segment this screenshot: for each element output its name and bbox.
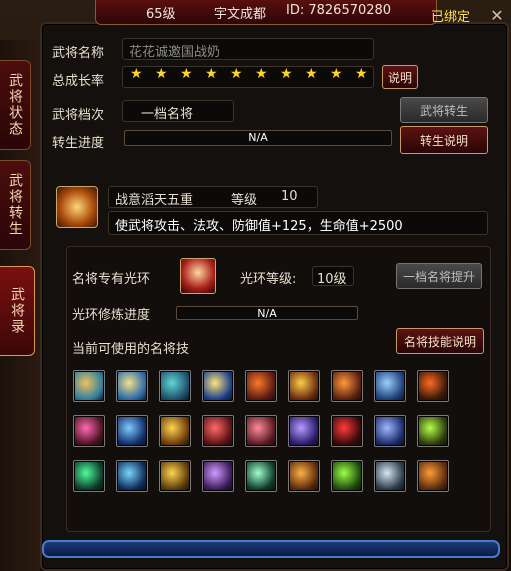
bottom-scroll-bar[interactable] — [42, 540, 500, 558]
aura-progress-value: N/A — [257, 307, 277, 320]
tab-label: 武将状态 — [7, 73, 23, 137]
demon-skill-icon[interactable] — [331, 415, 363, 447]
rebirth-button[interactable]: 武将转生 — [400, 97, 488, 123]
game-window: 武将状态 武将转生 武将录 65级 宇文成都 ID: 7826570280 已绑… — [0, 0, 511, 571]
close-icon[interactable]: ✕ — [488, 7, 506, 25]
hammer-skill-icon[interactable] — [116, 370, 148, 402]
skills-explain-button[interactable]: 名将技能说明 — [396, 328, 484, 354]
buff-level-label: 等级 — [231, 193, 258, 208]
name-value: 花花诚邀国战奶 — [129, 45, 221, 60]
fire-warrior-skill-icon[interactable] — [417, 370, 449, 402]
button-label: 一档名将提升 — [402, 269, 475, 284]
bound-status: 已绑定 — [431, 10, 471, 25]
skills-label: 当前可使用的名将技 — [72, 342, 190, 357]
swirl-skill-icon[interactable] — [159, 370, 191, 402]
rebirth-progress-bar: N/A — [124, 130, 392, 146]
aura-level-value: 10级 — [317, 272, 347, 287]
flame-sword-skill-icon[interactable] — [331, 370, 363, 402]
tab-label: 武将录 — [9, 287, 25, 335]
red-dragon-skill-icon[interactable] — [202, 415, 234, 447]
level-text: 65级 — [146, 7, 176, 22]
button-label: 说明 — [387, 70, 412, 85]
tab-general-status[interactable]: 武将状态 — [0, 60, 31, 150]
fire-weapon-skill-icon[interactable] — [288, 370, 320, 402]
buff-title: 战意滔天五重 — [115, 193, 194, 208]
aura-promote-button[interactable]: 一档名将提升 — [396, 263, 482, 289]
green-figure-skill-icon[interactable] — [73, 460, 105, 492]
lightning-skill-icon[interactable] — [202, 370, 234, 402]
rebirth-progress-value: N/A — [248, 131, 268, 144]
rebirth-explain-button[interactable]: 转生说明 — [400, 126, 488, 154]
vortex-skill-icon[interactable] — [288, 415, 320, 447]
aura-level-label: 光环等级: — [240, 272, 297, 287]
buff-desc-box: 使武将攻击、法攻、防御值+125，生命值+2500 — [108, 211, 488, 235]
green-warrior-skill-icon[interactable] — [331, 460, 363, 492]
orange-army-skill-icon[interactable] — [288, 460, 320, 492]
silver-skill-icon[interactable] — [374, 460, 406, 492]
blue-circle-skill-icon[interactable] — [374, 415, 406, 447]
character-id: ID: 7826570280 — [286, 3, 392, 18]
tier-value: 一档名将 — [141, 107, 194, 122]
blue-spirit-skill-icon[interactable] — [116, 460, 148, 492]
tab-general-rebirth[interactable]: 武将转生 — [0, 160, 31, 250]
character-name: 宇文成都 — [214, 7, 267, 22]
golden-wings-skill-icon[interactable] — [159, 415, 191, 447]
aura-level-box: 10级 — [312, 266, 354, 287]
golden-soldier-skill-icon[interactable] — [159, 460, 191, 492]
dash-skill-icon[interactable] — [374, 370, 406, 402]
fire-ranger-skill-icon[interactable] — [417, 460, 449, 492]
growth-stars: ★ ★ ★ ★ ★ ★ ★ ★ ★ ★ — [130, 66, 372, 82]
tab-label: 武将转生 — [7, 173, 23, 237]
green-spirit-skill-icon[interactable] — [245, 460, 277, 492]
tier-label: 武将档次 — [52, 108, 105, 123]
blue-dragon-skill-icon[interactable] — [116, 415, 148, 447]
aura-progress-label: 光环修炼进度 — [72, 308, 151, 323]
rebirth-progress-label: 转生进度 — [52, 136, 105, 151]
aura-icon — [180, 258, 216, 294]
heart-skill-icon[interactable] — [245, 415, 277, 447]
goblin-skill-icon[interactable] — [417, 415, 449, 447]
button-label: 名将技能说明 — [403, 334, 476, 349]
top-title-bar: 65级 宇文成都 ID: 7826570280 — [95, 0, 437, 25]
buff-title-box: 战意滔天五重 等级 10 — [108, 186, 318, 208]
purple-heart-skill-icon[interactable] — [202, 460, 234, 492]
growth-explain-button[interactable]: 说明 — [382, 65, 418, 89]
buff-desc: 使武将攻击、法攻、防御值+125，生命值+2500 — [115, 219, 403, 234]
slash-skill-icon[interactable] — [245, 370, 277, 402]
growth-label: 总成长率 — [52, 74, 105, 89]
name-field: 花花诚邀国战奶 — [122, 38, 374, 60]
tier-field: 一档名将 — [122, 100, 234, 122]
buff-level-value: 10 — [281, 189, 298, 204]
buff-icon — [56, 186, 98, 228]
aura-label: 名将专有光环 — [72, 272, 151, 287]
pink-wings-skill-icon[interactable] — [73, 415, 105, 447]
axe-skill-icon[interactable] — [73, 370, 105, 402]
aura-progress-bar: N/A — [176, 306, 358, 320]
tab-general-record[interactable]: 武将录 — [0, 266, 35, 356]
button-label: 转生说明 — [419, 133, 468, 148]
button-label: 武将转生 — [419, 103, 468, 118]
name-label: 武将名称 — [52, 46, 105, 61]
